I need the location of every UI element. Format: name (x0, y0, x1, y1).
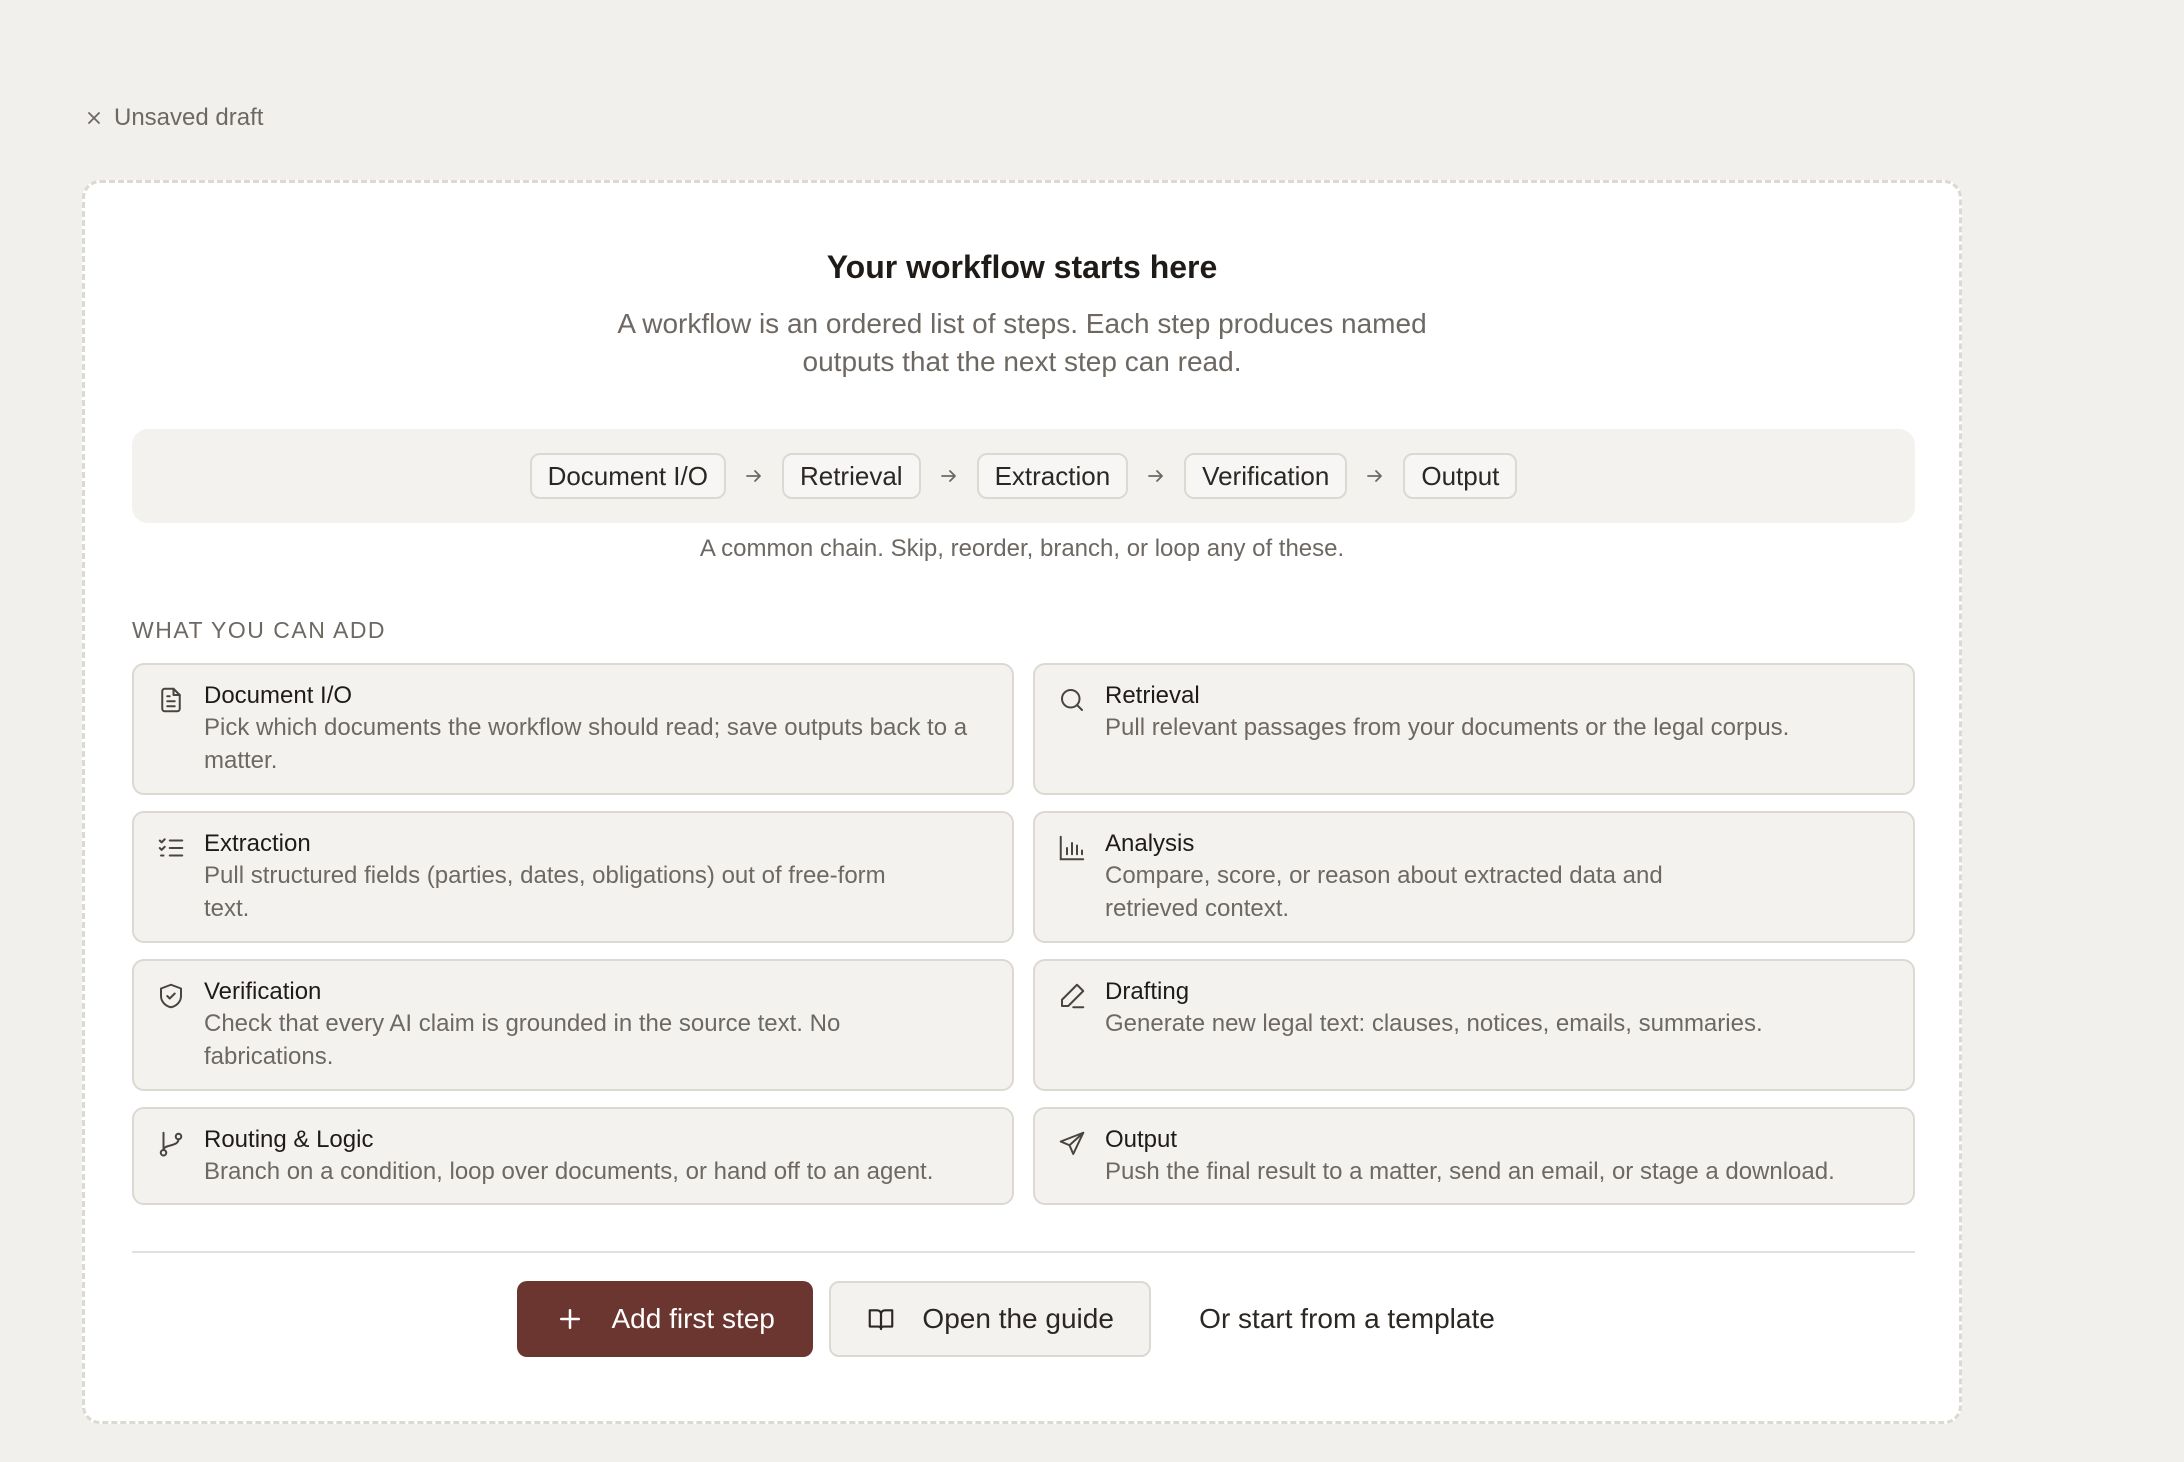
arrow-right-icon (742, 464, 766, 488)
step-type-title: Routing & Logic (204, 1126, 374, 1153)
arrow-right-icon (1363, 464, 1387, 488)
step-type-routing-logic[interactable]: Routing & Logic Branch on a condition, l… (132, 1107, 1014, 1205)
step-type-title: Output (1105, 1126, 1178, 1153)
arrow-right-icon (937, 464, 961, 488)
git-branch-icon (156, 1129, 186, 1159)
bar-chart-icon (1057, 833, 1087, 863)
draft-label: Unsaved draft (114, 104, 264, 131)
step-type-desc: Check that every AI claim is grounded in… (204, 1010, 841, 1070)
step-type-desc: Pick which documents the workflow should… (204, 714, 968, 774)
add-first-step-button[interactable]: Add first step (517, 1281, 814, 1357)
unsaved-draft-close[interactable]: Unsaved draft (84, 104, 263, 132)
step-type-grid: Document I/O Pick which documents the wo… (132, 663, 1915, 1205)
step-type-title: Extraction (204, 830, 311, 857)
step-type-retrieval[interactable]: Retrieval Pull relevant passages from yo… (1033, 663, 1915, 795)
chain-step: Document I/O (529, 453, 726, 499)
step-type-verification[interactable]: Verification Check that every AI claim i… (132, 959, 1014, 1091)
step-type-desc: Push the final result to a matter, send … (1105, 1158, 1835, 1185)
send-icon (1057, 1129, 1087, 1159)
chain-step: Output (1403, 453, 1518, 499)
arrow-right-icon (1144, 464, 1168, 488)
step-type-title: Drafting (1105, 978, 1190, 1005)
step-type-analysis[interactable]: Analysis Compare, score, or reason about… (1033, 811, 1915, 943)
chain-step: Verification (1184, 453, 1348, 499)
step-type-document-io[interactable]: Document I/O Pick which documents the wo… (132, 663, 1014, 795)
search-icon (1057, 685, 1087, 715)
checklist-icon (156, 833, 186, 863)
step-type-desc: Compare, score, or reason about extracte… (1105, 862, 1663, 922)
pen-icon (1057, 981, 1087, 1011)
step-type-title: Analysis (1105, 830, 1195, 857)
close-icon (84, 108, 104, 128)
open-guide-button[interactable]: Open the guide (829, 1281, 1152, 1357)
chain-diagram: Document I/O Retrieval Extraction Verifi… (132, 429, 1915, 523)
step-type-output[interactable]: Output Push the final result to a matter… (1033, 1107, 1915, 1205)
step-type-desc: Branch on a condition, loop over documen… (204, 1158, 934, 1185)
plus-icon (555, 1304, 585, 1334)
shield-check-icon (156, 981, 186, 1011)
document-icon (156, 685, 186, 715)
step-type-desc: Pull structured fields (parties, dates, … (204, 862, 886, 922)
step-type-drafting[interactable]: Drafting Generate new legal text: clause… (1033, 959, 1915, 1091)
book-open-icon (866, 1304, 896, 1334)
chain-caption: A common chain. Skip, reorder, branch, o… (699, 535, 1345, 562)
chain-step: Extraction (976, 453, 1129, 499)
chain-step: Retrieval (781, 453, 921, 499)
intro-subtitle: A workflow is an ordered list of steps. … (85, 305, 1959, 381)
open-guide-label: Open the guide (922, 1303, 1114, 1334)
subtitle-line-2: outputs that the next step can read. (802, 346, 1242, 377)
start-from-template-link[interactable]: Or start from a template (1167, 1281, 1527, 1357)
empty-workflow-card: Your workflow starts here A workflow is … (82, 180, 1962, 1424)
subtitle-line-1: A workflow is an ordered list of steps. … (617, 308, 1427, 339)
step-type-title: Verification (204, 978, 322, 1005)
step-type-extraction[interactable]: Extraction Pull structured fields (parti… (132, 811, 1014, 943)
add-first-step-label: Add first step (611, 1303, 775, 1334)
page-title: Your workflow starts here (826, 249, 1218, 285)
step-type-desc: Pull relevant passages from your documen… (1105, 714, 1790, 741)
divider (132, 1251, 1915, 1253)
step-type-title: Document I/O (204, 682, 353, 709)
step-type-desc: Generate new legal text: clauses, notice… (1105, 1010, 1763, 1037)
action-bar: Add first step Open the guide Or start f… (85, 1281, 1959, 1357)
step-type-title: Retrieval (1105, 682, 1200, 709)
section-label: WHAT YOU CAN ADD (132, 617, 387, 643)
